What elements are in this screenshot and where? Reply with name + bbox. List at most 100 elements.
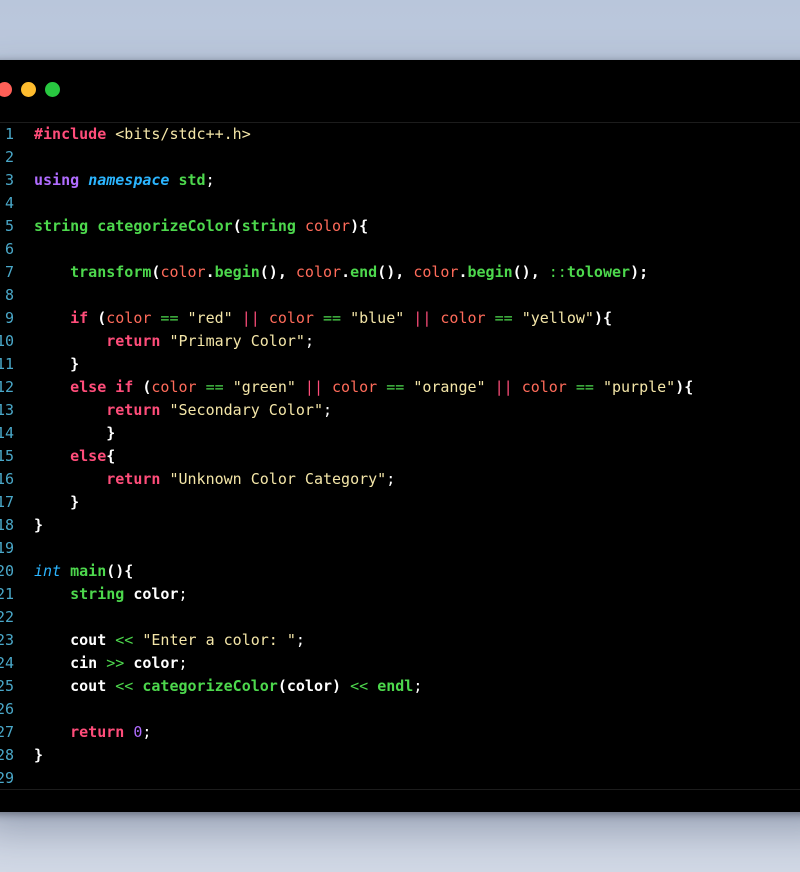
code-line: 10 return "Primary Color";	[0, 330, 800, 353]
code-token: color	[151, 378, 197, 396]
line-number: 20	[0, 562, 14, 580]
code-token: transform	[70, 263, 152, 281]
code-token: ||	[485, 378, 522, 396]
code-token: color	[413, 263, 459, 281]
line-number: 19	[0, 539, 14, 557]
code-token: }	[106, 424, 116, 442]
line-number: 15	[0, 447, 14, 465]
code-token: color	[133, 585, 179, 603]
line-number: 22	[0, 608, 14, 626]
code-token: );	[630, 263, 649, 281]
code-line: 8	[0, 284, 800, 307]
code-token: ){	[593, 309, 612, 327]
code-token: cout	[70, 631, 107, 649]
code-token: color	[106, 309, 152, 327]
code-line: 13 return "Secondary Color";	[0, 399, 800, 422]
code-token: ;	[413, 677, 423, 695]
code-token: "Primary Color"	[169, 332, 305, 350]
line-number: 4	[4, 194, 14, 212]
code-line: 2	[0, 146, 800, 169]
code-token: std	[178, 171, 206, 189]
line-number: 6	[4, 240, 14, 258]
line-number: 9	[4, 309, 14, 327]
code-text: int main(){	[34, 560, 133, 583]
code-line: 15 else{	[0, 445, 800, 468]
code-line: 3 using namespace std;	[0, 169, 800, 192]
code-token: "Secondary Color"	[169, 401, 323, 419]
code-token: ;	[205, 171, 215, 189]
code-token: begin	[467, 263, 513, 281]
line-number: 25	[0, 677, 14, 695]
code-token: end	[350, 263, 378, 281]
code-line: 9 if (color == "red" || color == "blue" …	[0, 307, 800, 330]
code-line: 4	[0, 192, 800, 215]
code-token: string	[70, 585, 125, 603]
code-line: 26	[0, 698, 800, 721]
line-number: 26	[0, 700, 14, 718]
code-line: 1 #include <bits/stdc++.h>	[0, 123, 800, 146]
code-token: <<	[341, 677, 378, 695]
line-number: 17	[0, 493, 14, 511]
line-number: 27	[0, 723, 14, 741]
bottom-divider	[0, 789, 800, 790]
code-token: <<	[106, 677, 143, 695]
code-line: 21 string color;	[0, 583, 800, 606]
code-text: #include <bits/stdc++.h>	[34, 123, 251, 146]
code-text: if (color == "red" || color == "blue" ||…	[34, 307, 612, 330]
code-token: else	[70, 447, 107, 465]
code-line: 7 transform(color.begin(), color.end(), …	[0, 261, 800, 284]
code-text: }	[34, 353, 79, 376]
line-number: 29	[0, 769, 14, 787]
code-window: 1 #include <bits/stdc++.h> 2 3 using namespa…	[0, 60, 800, 812]
code-text: string color;	[34, 583, 187, 606]
code-token: "Unknown Color Category"	[169, 470, 387, 488]
code-text: cout << "Enter a color: ";	[34, 629, 305, 652]
code-token: if	[70, 309, 89, 327]
code-token: return	[106, 401, 161, 419]
code-token: ==	[485, 309, 522, 327]
code-line: 18}	[0, 514, 800, 537]
code-token: ;	[323, 401, 333, 419]
code-line: 24 cin >> color;	[0, 652, 800, 675]
code-text: }	[34, 422, 115, 445]
code-text: return "Secondary Color";	[34, 399, 332, 422]
close-window-button[interactable]	[0, 82, 12, 97]
code-text: }	[34, 491, 79, 514]
line-number: 24	[0, 654, 14, 672]
line-number: 1	[4, 125, 14, 143]
code-token: color	[268, 309, 314, 327]
line-number: 21	[0, 585, 14, 603]
window-titlebar	[0, 60, 800, 123]
code-token: categorizeColor	[97, 217, 233, 235]
code-text: cin >> color;	[34, 652, 187, 675]
maximize-window-button[interactable]	[45, 82, 60, 97]
minimize-window-button[interactable]	[21, 82, 36, 97]
code-token: ;	[304, 332, 314, 350]
code-token: ;	[295, 631, 305, 649]
code-text: }	[34, 744, 43, 767]
code-text: }	[34, 514, 43, 537]
code-token: <<	[106, 631, 143, 649]
code-token: ){	[350, 217, 369, 235]
line-number: 11	[0, 355, 14, 373]
code-token: color	[295, 263, 342, 281]
code-token: "yellow"	[521, 309, 594, 327]
code-token: ==	[151, 309, 188, 327]
code-token: (color)	[277, 677, 342, 695]
code-token: .	[341, 263, 351, 281]
code-token: (	[232, 217, 242, 235]
code-token: }	[34, 746, 44, 764]
